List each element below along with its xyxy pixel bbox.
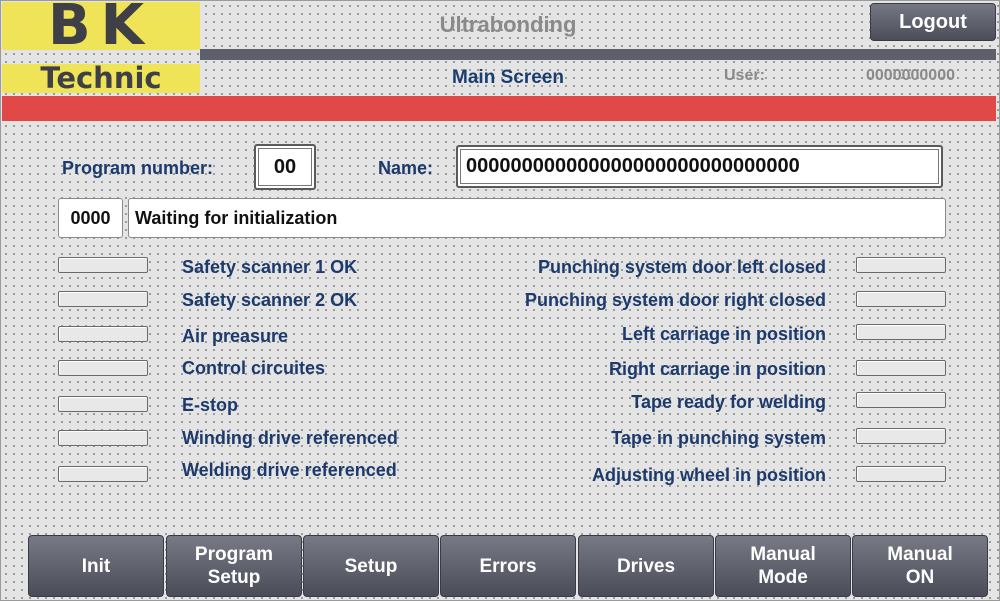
logout-button[interactable]: Logout	[870, 3, 996, 41]
indicator-control-circuits	[58, 360, 148, 376]
program-number-label: Program number:	[62, 158, 214, 178]
indicator-label: E-stop	[182, 395, 238, 415]
indicator-door-right	[856, 291, 946, 307]
indicator-right-carriage	[856, 360, 946, 376]
indicator-label: Adjusting wheel in position	[592, 465, 826, 485]
manual-mode-button[interactable]: Manual Mode	[715, 535, 851, 597]
header-divider	[200, 49, 996, 60]
program-name-label: Name:	[378, 158, 434, 178]
init-button[interactable]: Init	[28, 535, 164, 597]
user-label: User:	[724, 67, 765, 84]
indicator-label: Air preasure	[182, 326, 289, 346]
indicator-label: Winding drive referenced	[182, 428, 398, 448]
manual-on-button[interactable]: Manual ON	[852, 535, 988, 597]
indicator-label: Safety scanner 1 OK	[182, 257, 358, 277]
indicator-label: Left carriage in position	[621, 324, 826, 344]
indicator-e-stop	[58, 396, 148, 412]
indicator-label: Tape in punching system	[611, 428, 826, 448]
program-name-field[interactable]: 000000000000000000000000000000	[456, 145, 943, 188]
indicator-air-pressure	[58, 326, 148, 342]
indicator-safety-scanner-1	[58, 257, 148, 273]
indicator-label: Tape ready for welding	[631, 392, 826, 412]
indicator-tape-punching	[856, 428, 946, 444]
user-value: 0000000000	[866, 67, 955, 84]
status-code: 0000	[58, 198, 123, 238]
logo-technic-text: Technic	[40, 64, 162, 93]
drives-button[interactable]: Drives	[578, 535, 714, 597]
indicator-label: Safety scanner 2 OK	[182, 290, 358, 310]
status-message: Waiting for initialization	[128, 198, 946, 238]
indicator-tape-ready	[856, 392, 946, 408]
indicator-label: Control circuites	[182, 358, 326, 378]
setup-button[interactable]: Setup	[303, 535, 439, 597]
logo-bk-text: BK	[47, 2, 155, 50]
indicator-label: Welding drive referenced	[182, 460, 397, 480]
indicator-door-left	[856, 257, 946, 273]
indicator-label: Right carriage in position	[608, 359, 826, 379]
screen-title: Main Screen	[452, 67, 564, 88]
indicator-safety-scanner-2	[58, 291, 148, 307]
errors-button[interactable]: Errors	[440, 535, 576, 597]
alarm-bar	[2, 96, 996, 121]
indicator-label: Punching system door left closed	[537, 257, 826, 277]
indicator-winding-drive	[58, 430, 148, 446]
indicator-welding-drive	[58, 466, 148, 482]
bk-technic-logo: BK Technic	[2, 2, 200, 93]
app-title: Ultrabonding	[439, 12, 577, 37]
program-setup-button[interactable]: Program Setup	[166, 535, 302, 597]
indicator-label: Punching system door right closed	[524, 290, 826, 310]
indicator-adjusting-wheel	[856, 466, 946, 482]
indicator-left-carriage	[856, 324, 946, 340]
program-number-field[interactable]: 00	[254, 144, 316, 190]
